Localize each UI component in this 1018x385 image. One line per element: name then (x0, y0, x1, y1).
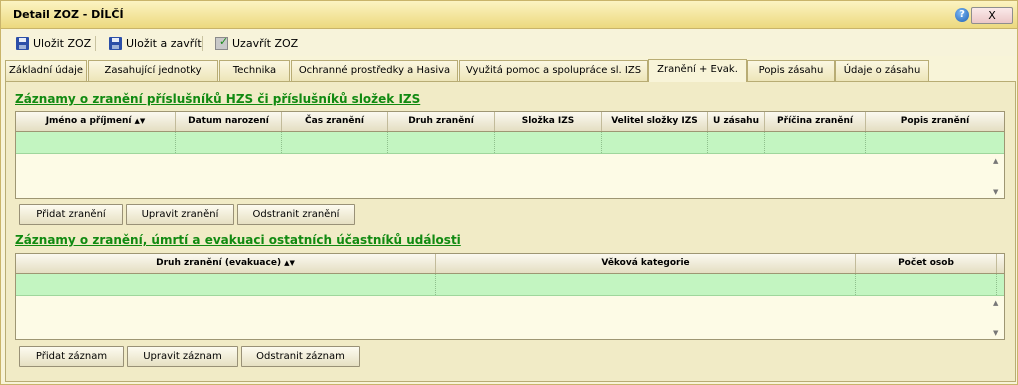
scroll-down-icon[interactable]: ▼ (993, 329, 998, 337)
tab-ochranne-prostredky[interactable]: Ochranné prostředky a Hasiva (291, 60, 458, 81)
floppy-disk-icon (16, 37, 29, 50)
table-cell[interactable] (495, 132, 602, 153)
table-cell[interactable] (866, 132, 1004, 153)
tab-udaje-o-zasahu[interactable]: Údaje o zásahu (835, 60, 929, 81)
grid-header: Jméno a příjmení ▲▼ Datum narození Čas zr… (16, 112, 1004, 132)
title-bar: Detail ZOZ - DÍLČÍ ? X (1, 1, 1017, 29)
table-cell[interactable] (856, 274, 997, 295)
close-zoz-button[interactable]: Uzavřít ZOZ (215, 34, 298, 53)
remove-injury-button[interactable]: Odstranit zranění (237, 204, 355, 225)
table-cell[interactable] (282, 132, 388, 153)
section-title-other-participants: Záznamy o zranění, úmrtí a evakuaci osta… (15, 233, 461, 247)
scroll-up-icon[interactable]: ▲ (993, 299, 998, 307)
add-record-button[interactable]: Přidat záznam (19, 346, 124, 367)
grid-header: Druh zranění (evakuace) ▲▼ Věková kategor… (16, 254, 1004, 274)
save-zoz-label: Uložit ZOZ (33, 37, 92, 50)
scroll-down-icon[interactable]: ▼ (993, 188, 998, 196)
detail-window: Detail ZOZ - DÍLČÍ ? X Uložit ZOZ Uložit… (0, 0, 1018, 385)
table-cell[interactable] (436, 274, 856, 295)
column-header-druh-zraneni-evakuace[interactable]: Druh zranění (evakuace) ▲▼ (16, 254, 436, 273)
tab-content-panel: Záznamy o zranění příslušníků HZS či pří… (5, 81, 1016, 382)
table-cell[interactable] (16, 132, 176, 153)
column-header-pricina[interactable]: Příčina zranění (765, 112, 866, 131)
column-header-pocet-osob[interactable]: Počet osob (856, 254, 997, 273)
table-row[interactable] (16, 274, 1004, 296)
remove-record-button[interactable]: Odstranit záznam (241, 346, 360, 367)
tab-vyuzita-pomoc[interactable]: Využitá pomoc a spolupráce sl. IZS (459, 60, 648, 81)
sort-ascending-icon: ▲▼ (134, 117, 146, 125)
table-cell[interactable] (16, 274, 436, 295)
close-zoz-label: Uzavřít ZOZ (232, 37, 299, 50)
table-cell[interactable] (176, 132, 282, 153)
scroll-up-icon[interactable]: ▲ (993, 157, 998, 165)
edit-record-button[interactable]: Upravit záznam (127, 346, 238, 367)
floppy-disk-icon (109, 37, 122, 50)
column-header-jmeno[interactable]: Jméno a příjmení ▲▼ (16, 112, 176, 131)
table-cell[interactable] (708, 132, 765, 153)
column-header-slozka-izs[interactable]: Složka IZS (495, 112, 602, 131)
tab-zraneni-evak[interactable]: Zranění + Evak. (648, 59, 747, 82)
vertical-scrollbar[interactable]: ▲ ▼ (990, 155, 1004, 198)
column-label: Jméno a příjmení (45, 116, 132, 126)
tab-technika[interactable]: Technika (219, 60, 290, 81)
toolbar-separator (95, 36, 96, 51)
column-header-druh-zraneni[interactable]: Druh zranění (388, 112, 495, 131)
column-header-popis[interactable]: Popis zranění (866, 112, 1004, 131)
toolbar-separator (202, 36, 203, 51)
izs-injuries-grid: Jméno a příjmení ▲▼ Datum narození Čas zr… (15, 111, 1005, 199)
table-cell[interactable] (388, 132, 495, 153)
column-label: Druh zranění (evakuace) (156, 258, 282, 268)
table-cell[interactable] (765, 132, 866, 153)
section-title-izs-injuries: Záznamy o zranění příslušníků HZS či pří… (15, 92, 421, 106)
save-and-close-button[interactable]: Uložit a zavřít (109, 34, 202, 53)
edit-injury-button[interactable]: Upravit zranění (126, 204, 234, 225)
table-row[interactable] (16, 132, 1004, 154)
tab-popis-zasahu[interactable]: Popis zásahu (747, 60, 835, 81)
toolbar: Uložit ZOZ Uložit a zavřít Uzavřít ZOZ (1, 30, 1017, 56)
column-header-datum-narozeni[interactable]: Datum narození (176, 112, 282, 131)
close-window-button[interactable]: X (971, 7, 1013, 24)
tab-zakladni-udaje[interactable]: Základní údaje (5, 60, 87, 81)
table-cell[interactable] (602, 132, 708, 153)
save-and-close-label: Uložit a zavřít (126, 37, 202, 50)
other-participants-grid: Druh zranění (evakuace) ▲▼ Věková kategor… (15, 253, 1005, 340)
close-document-icon (215, 35, 228, 50)
tab-zasahujici-jednotky[interactable]: Zasahující jednotky (88, 60, 218, 81)
help-icon[interactable]: ? (955, 8, 969, 22)
add-injury-button[interactable]: Přidat zranění (19, 204, 123, 225)
tab-strip: Základní údaje Zasahující jednotky Techn… (5, 59, 1015, 82)
vertical-scrollbar[interactable]: ▲ ▼ (990, 297, 1004, 339)
column-header-cas-zraneni[interactable]: Čas zranění (282, 112, 388, 131)
column-header-vekova-kategorie[interactable]: Věková kategorie (436, 254, 856, 273)
column-header-velitel[interactable]: Velitel složky IZS (602, 112, 708, 131)
window-title: Detail ZOZ - DÍLČÍ (13, 8, 124, 21)
sort-ascending-icon: ▲▼ (284, 259, 295, 267)
column-header-u-zasahu[interactable]: U zásahu (708, 112, 765, 131)
save-zoz-button[interactable]: Uložit ZOZ (16, 34, 91, 53)
